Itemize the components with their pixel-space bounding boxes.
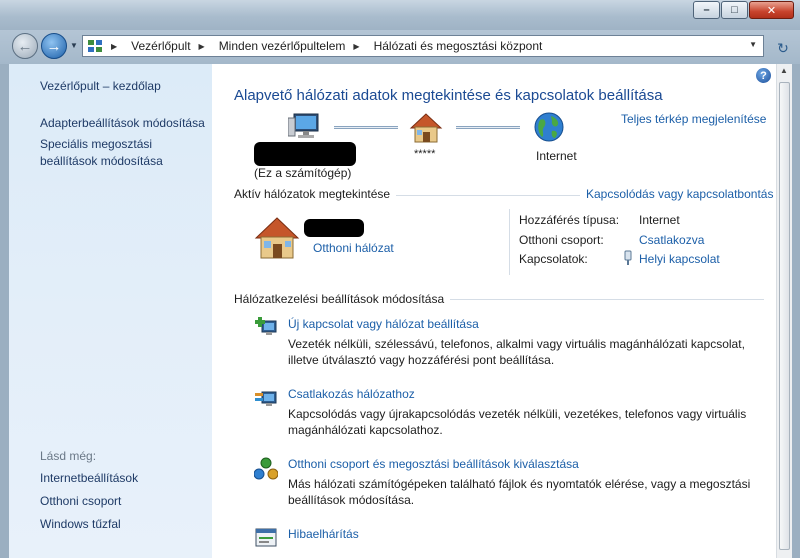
sidebar-link-adapter-settings[interactable]: Adapterbeállítások módosítása — [40, 115, 205, 132]
scrollbar-thumb[interactable] — [779, 82, 790, 550]
internet-globe-icon — [534, 112, 564, 142]
vertical-scrollbar[interactable]: ▲ — [776, 64, 792, 558]
vertical-divider — [509, 209, 510, 275]
recent-pages-dropdown-icon[interactable]: ▼ — [70, 41, 78, 50]
refresh-icon[interactable]: ↻ — [772, 38, 794, 58]
window-left-border — [0, 64, 9, 558]
minimize-button[interactable]: – — [693, 1, 720, 19]
sidebar-link-advanced-sharing[interactable]: Speciális megosztási beállítások módosít… — [40, 136, 200, 170]
address-bar[interactable]: ▶ Vezérlőpult ▶ Minden vezérlőpultelem ▶ H… — [82, 35, 764, 57]
homegroup-link[interactable]: Csatlakozva — [639, 233, 704, 247]
network-type-link[interactable]: Otthoni hálózat — [313, 241, 394, 255]
task-connect-link[interactable]: Csatlakozás hálózathoz — [288, 387, 415, 401]
task-connect-desc: Kapcsolódás vagy újrakapcsolódás vezeték… — [288, 407, 747, 437]
sidebar-link-homegroup[interactable]: Otthoni csoport — [40, 493, 121, 510]
maximize-button[interactable]: □ — [721, 1, 748, 19]
window-right-border — [792, 64, 800, 558]
main-content: ? Alapvető hálózati adatok megtekintése … — [212, 64, 776, 558]
see-also-label: Lásd még: — [40, 449, 97, 463]
troubleshoot-icon — [255, 528, 277, 547]
sidebar: Vezérlőpult – kezdőlap Adapterbeállításo… — [9, 64, 212, 558]
task-new-connection-link[interactable]: Új kapcsolat vagy hálózat beállítása — [288, 317, 479, 331]
full-map-link[interactable]: Teljes térkép megjelenítése — [621, 112, 766, 126]
connect-disconnect-link[interactable]: Kapcsolódás vagy kapcsolatbontás — [580, 187, 774, 201]
homegroup-icon — [254, 457, 278, 480]
active-networks-header: Aktív hálózatok megtekintése — [234, 187, 397, 201]
page-title: Alapvető hálózati adatok megtekintése és… — [234, 87, 663, 104]
homegroup-label: Otthoni csoport: — [519, 233, 604, 247]
map-connector-line — [456, 126, 520, 129]
access-type-label: Hozzáférés típusa: — [519, 213, 620, 227]
home-network-icon — [409, 113, 443, 143]
connections-label: Kapcsolatok: — [519, 252, 588, 266]
breadcrumb-root-arrow[interactable]: ▶ — [109, 42, 125, 51]
redacted-network-name — [304, 219, 364, 237]
task-new-connection-desc: Vezeték nélküli, szélessávú, telefonos, … — [288, 337, 745, 367]
window-controls: – □ ✕ — [692, 1, 794, 19]
connect-network-icon — [255, 391, 277, 406]
task-homegroup-desc: Más hálózati számítógépeken található fá… — [288, 477, 751, 507]
address-dropdown-icon[interactable]: ▼ — [749, 40, 757, 49]
computer-label: (Ez a számítógép) — [254, 166, 352, 180]
sidebar-home-link[interactable]: Vezérlőpult – kezdőlap — [40, 78, 161, 95]
computer-icon — [288, 113, 319, 138]
help-icon[interactable]: ? — [756, 68, 771, 83]
local-connection-link[interactable]: Helyi kapcsolat — [639, 252, 720, 266]
back-button[interactable]: ← — [12, 33, 38, 59]
control-panel-icon — [88, 40, 102, 52]
sidebar-link-internet-options[interactable]: Internetbeállítások — [40, 470, 138, 487]
forward-button[interactable]: → — [41, 33, 67, 59]
internet-label: Internet — [536, 149, 577, 163]
task-troubleshoot-link[interactable]: Hibaelhárítás — [288, 527, 359, 541]
ethernet-plug-icon — [624, 250, 632, 265]
settings-section-header: Hálózatkezelési beállítások módosítása — [234, 292, 451, 306]
breadcrumb-item[interactable]: Vezérlőpult ▶ — [131, 39, 213, 53]
navigation-bar: ← → ▼ ▶ Vezérlőpult ▶ Minden vezérlőpulte… — [0, 30, 800, 64]
title-bar: – □ ✕ — [0, 0, 800, 30]
map-connector-line — [334, 126, 398, 129]
breadcrumb-item[interactable]: Hálózati és megosztási központ — [374, 39, 543, 53]
close-button[interactable]: ✕ — [749, 1, 794, 19]
redacted-computer-name — [254, 142, 356, 166]
access-type-value: Internet — [639, 213, 680, 227]
task-homegroup-link[interactable]: Otthoni csoport és megosztási beállításo… — [288, 457, 579, 471]
new-connection-icon — [255, 317, 277, 335]
home-network-icon — [254, 217, 300, 259]
breadcrumb-item[interactable]: Minden vezérlőpultelem ▶ — [219, 39, 368, 53]
scroll-up-icon[interactable]: ▲ — [780, 66, 788, 75]
sidebar-link-firewall[interactable]: Windows tűzfal — [40, 516, 121, 533]
network-name-label: ***** — [414, 148, 436, 160]
